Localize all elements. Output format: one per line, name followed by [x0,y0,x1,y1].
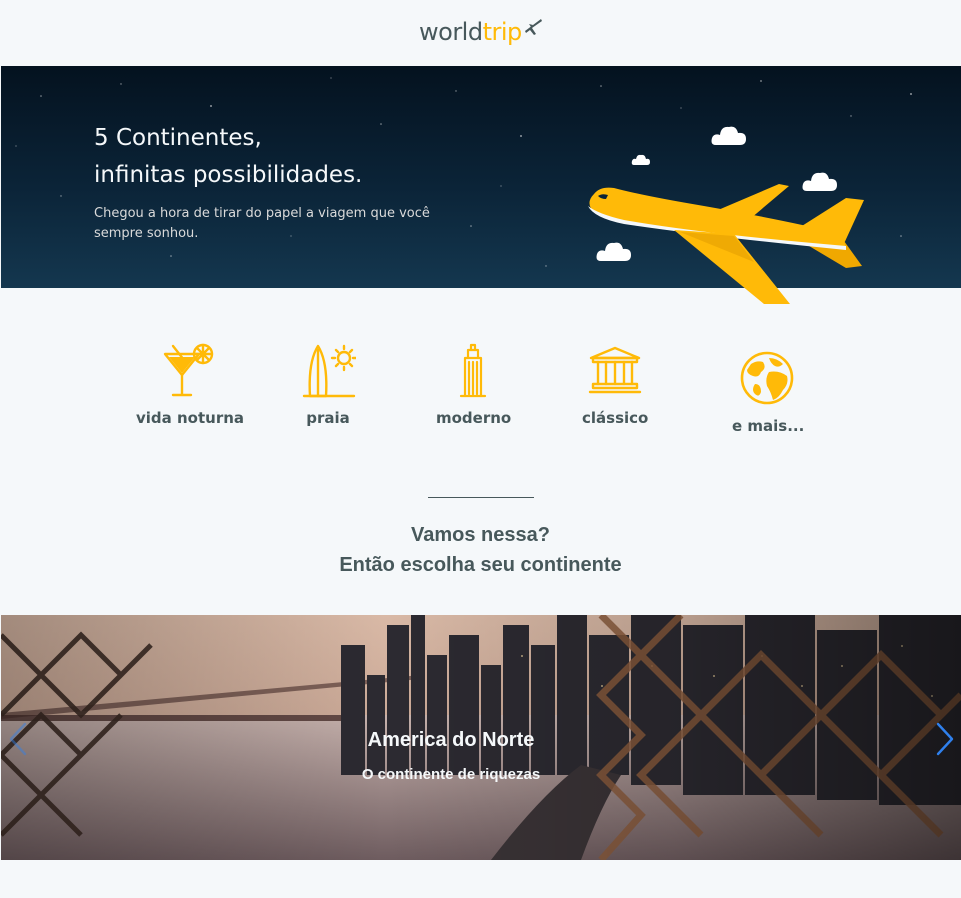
globe-icon [740,351,794,405]
banner-title-line2: infinitas possibilidades. [94,162,363,188]
banner-subtitle: Chegou a hora de tirar do papel a viagem… [94,206,430,241]
travel-type-vida-noturna[interactable]: vida noturna [136,342,245,427]
travel-type-praia[interactable]: praia [298,342,358,427]
logo-world-text: world [419,18,483,46]
cta-line2: Então escolha seu continente [339,554,622,576]
cocktail-icon [163,343,214,397]
travel-types: vida noturna praia moderno clássico e ma… [0,330,961,450]
travel-type-e-mais[interactable]: e mais... [732,350,805,435]
banner-title: 5 Continentes, infinitas possibilidades. [94,120,362,194]
slide-subtitle: O continente de riquezas [361,766,541,783]
continent-slider[interactable]: America do Norte O continente de riqueza… [1,615,961,860]
header: world trip [0,0,961,66]
building-icon [459,343,487,398]
travel-type-label: vida noturna [136,409,245,427]
banner-title-line1: 5 Continentes, [94,125,262,151]
section-divider [428,497,534,498]
airplane-illustration [588,184,864,304]
logo-plane-icon [525,19,542,35]
logo-trip-text: trip [482,18,523,46]
surf-icon [302,344,356,398]
travel-type-label: praia [306,409,350,427]
cloud-icon [711,126,746,145]
cloud-small-icon [631,154,650,165]
travel-type-label: clássico [582,409,649,427]
hero-banner: 5 Continentes, infinitas possibilidades.… [1,66,961,304]
travel-type-classico[interactable]: clássico [582,342,648,427]
chevron-right-icon[interactable] [934,722,956,756]
continent-cta-heading: Vamos nessa? Então escolha seu continent… [0,520,961,580]
slide-title[interactable]: America do Norte [1,729,901,752]
museum-icon [588,346,642,394]
cta-line1: Vamos nessa? [411,524,550,546]
travel-type-label: moderno [436,409,512,427]
travel-type-moderno[interactable]: moderno [436,342,512,427]
worldtrip-logo[interactable]: world trip [419,14,542,50]
travel-type-label: e mais... [732,417,805,435]
chevron-left-icon[interactable] [7,722,29,756]
